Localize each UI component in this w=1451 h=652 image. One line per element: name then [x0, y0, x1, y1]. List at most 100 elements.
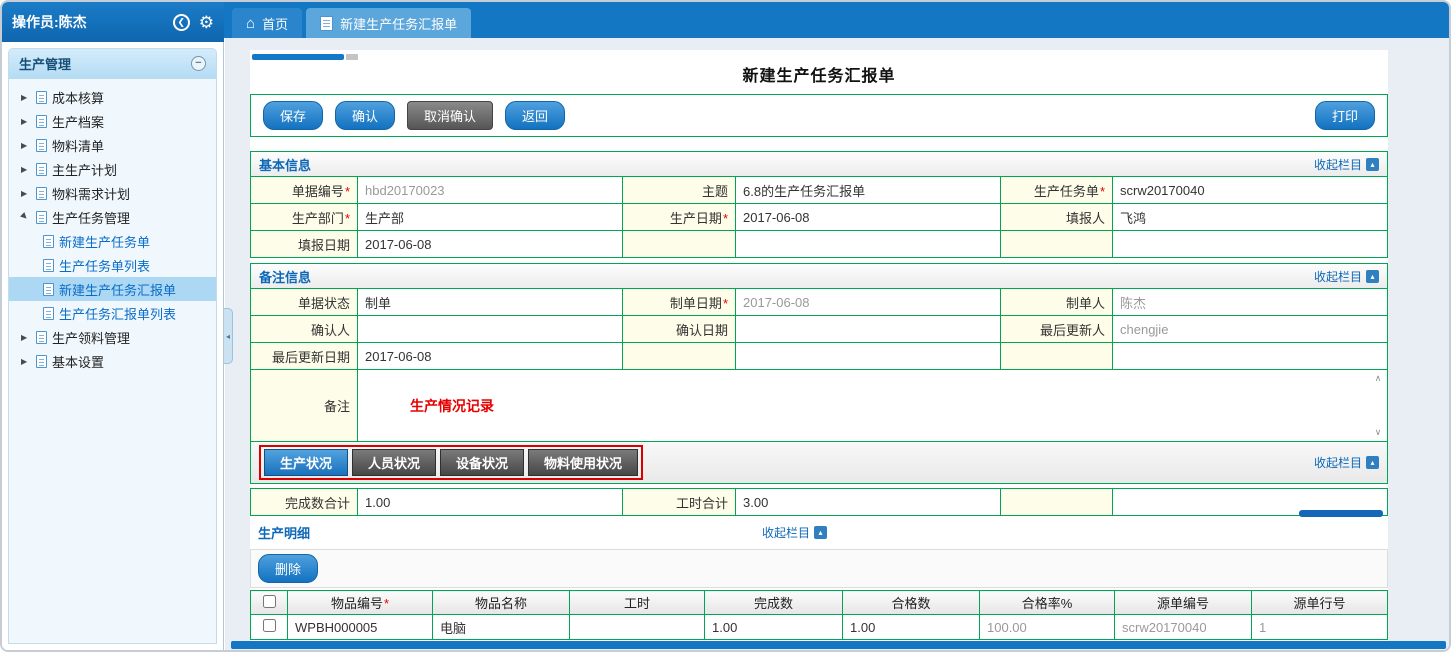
back-button[interactable]: 返回	[505, 101, 565, 130]
document-icon	[36, 331, 47, 344]
detail-collapse-link[interactable]: 收起栏目 ▴	[762, 524, 827, 541]
completed-qty-cell[interactable]: 1.00	[705, 615, 843, 640]
report-date-label: 填报日期	[251, 231, 358, 258]
tab-production-status[interactable]: 生产状况	[264, 449, 348, 476]
form-row: 完成数合计 1.00 工时合计 3.00	[251, 489, 1388, 516]
source-line-no-cell: 1	[1252, 615, 1388, 640]
cancel-confirm-button[interactable]: 取消确认	[407, 101, 493, 130]
delete-button[interactable]: 删除	[258, 554, 318, 583]
prod-date-label: 生产日期*	[623, 204, 736, 231]
confirm-date-label: 确认日期	[623, 316, 736, 343]
tab-equipment-status[interactable]: 设备状况	[440, 449, 524, 476]
status-collapse-link[interactable]: 收起栏目 ▴	[1314, 454, 1379, 471]
task-no-value[interactable]: scrw20170040	[1113, 177, 1388, 204]
form-row: 最后更新日期 2017-06-08	[251, 343, 1388, 370]
select-all-checkbox[interactable]	[263, 595, 276, 608]
col-item-code: 物品编号*	[288, 591, 433, 615]
row-checkbox[interactable]	[263, 619, 276, 632]
tab-material-usage-status[interactable]: 物料使用状况	[528, 449, 638, 476]
detail-table: 物品编号* 物品名称 工时 完成数 合格数 合格率% 源单编号 源单行号 WPB…	[250, 590, 1388, 640]
status-tab-group: 生产状况 人员状况 设备状况 物料使用状况	[259, 445, 643, 480]
detail-row: WPBH000005 电脑 1.00 1.00 100.00 scrw20170…	[251, 615, 1388, 640]
sidebar-item-task-list[interactable]: 生产任务单列表	[9, 253, 216, 277]
col-source-doc-no: 源单编号	[1115, 591, 1252, 615]
scroll-down-icon[interactable]: ∨	[1375, 427, 1382, 438]
sidebar-item-new-task-report[interactable]: 新建生产任务汇报单	[9, 277, 216, 301]
sidebar-item-mrp[interactable]: ▶ 物料需求计划	[9, 181, 216, 205]
remark-info-collapse-link[interactable]: 收起栏目 ▴	[1314, 268, 1379, 285]
sidebar-item-basic-settings[interactable]: ▶ 基本设置	[9, 349, 216, 373]
expanded-arrow-icon: ▶	[19, 210, 32, 223]
sidebar-item-bom[interactable]: ▶ 物料清单	[9, 133, 216, 157]
note-text: 生产情况记录	[365, 398, 494, 414]
required-asterisk: *	[723, 296, 728, 311]
print-button[interactable]: 打印	[1315, 101, 1375, 130]
sidebar-section-header[interactable]: 生产管理 −	[9, 49, 216, 79]
empty-value-cell	[1113, 231, 1388, 258]
form-row: 生产部门* 生产部 生产日期* 2017-06-08 填报人 飞鸿	[251, 204, 1388, 231]
sidebar-item-master-production-plan[interactable]: ▶ 主生产计划	[9, 157, 216, 181]
bottom-scrollbar[interactable]	[231, 641, 1446, 649]
tab-strip: ⌂ 首页 新建生产任务汇报单	[224, 2, 1449, 38]
collapse-icon: ▴	[1366, 158, 1379, 171]
remark-info-table: 单据状态 制单 制单日期* 2017-06-08 制单人 陈杰 确认人 确认日期…	[250, 288, 1388, 442]
note-scrollbar[interactable]: ∧∨	[1371, 373, 1385, 438]
horizontal-scrollbar[interactable]	[252, 54, 1386, 60]
sidebar-item-label: 物料需求计划	[52, 184, 130, 203]
toolbar: 保存 确认 取消确认 返回 打印	[250, 94, 1388, 137]
sidebar-item-material-requisition[interactable]: ▶ 生产领料管理	[9, 325, 216, 349]
report-date-value[interactable]: 2017-06-08	[358, 231, 623, 258]
scroll-up-icon[interactable]: ∧	[1375, 373, 1382, 384]
sidebar-item-cost-accounting[interactable]: ▶ 成本核算	[9, 85, 216, 109]
back-icon[interactable]: ❮	[173, 14, 190, 31]
subject-value[interactable]: 6.8的生产任务汇报单	[736, 177, 1001, 204]
task-no-label: 生产任务单*	[1001, 177, 1113, 204]
totals-section: 完成数合计 1.00 工时合计 3.00	[250, 488, 1388, 516]
collapse-panel-icon[interactable]: −	[191, 56, 206, 71]
tab-personnel-status[interactable]: 人员状况	[352, 449, 436, 476]
scrollbar-button[interactable]	[346, 54, 358, 60]
prod-date-value[interactable]: 2017-06-08	[736, 204, 1001, 231]
titlebar-icons: ❮ ⚙	[173, 14, 214, 31]
remark-info-section-header: 备注信息 收起栏目 ▴	[250, 263, 1388, 288]
sidebar-item-task-report-list[interactable]: 生产任务汇报单列表	[9, 301, 216, 325]
sidebar-collapse-handle[interactable]: ◂	[224, 308, 233, 364]
item-name-cell[interactable]: 电脑	[433, 615, 570, 640]
document-icon	[43, 307, 54, 320]
required-asterisk: *	[345, 184, 350, 199]
dept-value[interactable]: 生产部	[358, 204, 623, 231]
gear-icon[interactable]: ⚙	[199, 14, 214, 31]
work-hours-cell[interactable]	[570, 615, 705, 640]
col-work-hours: 工时	[570, 591, 705, 615]
document-icon	[43, 259, 54, 272]
tab-home[interactable]: ⌂ 首页	[232, 8, 302, 38]
detail-grid-toolbar: 删除	[250, 549, 1388, 588]
doc-no-value: hbd20170023	[358, 177, 623, 204]
reporter-value[interactable]: 飞鸿	[1113, 204, 1388, 231]
basic-info-table: 单据编号* hbd20170023 主题 6.8的生产任务汇报单 生产任务单* …	[250, 176, 1388, 258]
scrollbar-thumb[interactable]	[252, 54, 344, 60]
tab-home-label: 首页	[262, 14, 288, 33]
row-select-cell	[251, 615, 288, 640]
creator-label: 制单人	[1001, 289, 1113, 316]
form-row: 填报日期 2017-06-08	[251, 231, 1388, 258]
last-updater-label: 最后更新人	[1001, 316, 1113, 343]
sidebar-item-task-management[interactable]: ▶ 生产任务管理	[9, 205, 216, 229]
save-button[interactable]: 保存	[263, 101, 323, 130]
basic-info-collapse-link[interactable]: 收起栏目 ▴	[1314, 156, 1379, 173]
titlebar: 操作员:陈杰 ❮ ⚙	[2, 2, 224, 42]
sidebar-item-new-task[interactable]: 新建生产任务单	[9, 229, 216, 253]
document-icon	[36, 115, 47, 128]
empty-value-cell	[736, 343, 1001, 370]
confirm-button[interactable]: 确认	[335, 101, 395, 130]
tab-report-label: 新建生产任务汇报单	[340, 14, 457, 33]
horizontal-scrollbar-thumb[interactable]	[1299, 510, 1383, 517]
qualified-qty-cell[interactable]: 1.00	[843, 615, 980, 640]
sidebar-item-production-archives[interactable]: ▶ 生产档案	[9, 109, 216, 133]
item-code-cell[interactable]: WPBH000005	[288, 615, 433, 640]
sidebar-item-label: 新建生产任务汇报单	[59, 280, 176, 299]
note-textarea[interactable]: 生产情况记录 ∧∨	[358, 370, 1388, 442]
completed-total-value: 1.00	[358, 489, 623, 516]
tab-new-task-report[interactable]: 新建生产任务汇报单	[306, 8, 471, 38]
document-icon	[36, 187, 47, 200]
